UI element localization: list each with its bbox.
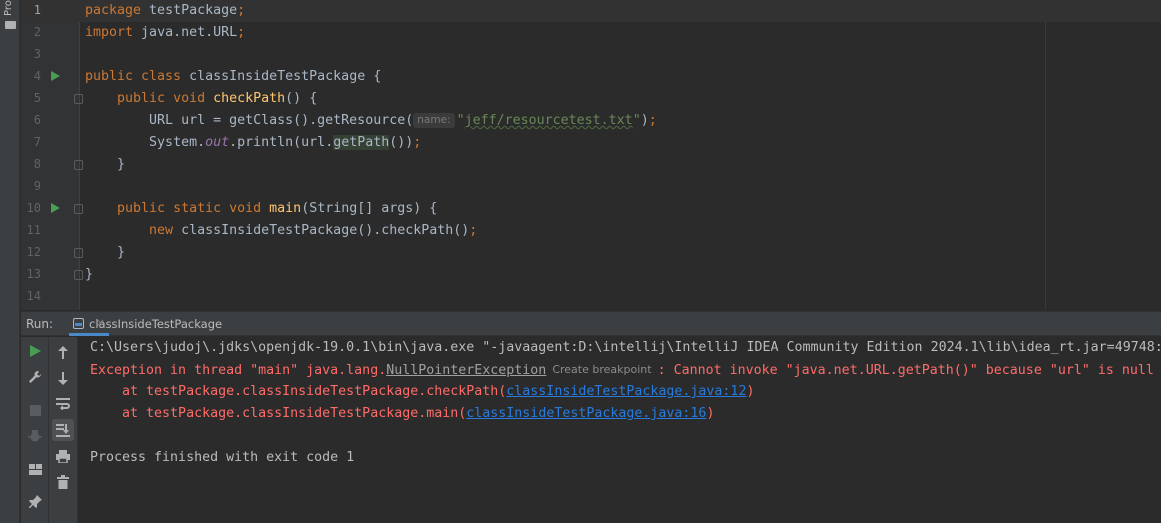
code-line[interactable]: 6 URL url = getClass().getResource(name:…	[21, 110, 1161, 132]
project-tool-label[interactable]: Pro	[3, 0, 14, 16]
code-line[interactable]: 1 package testPackage;	[21, 0, 1161, 22]
line-number: 11	[26, 223, 41, 237]
wrench-icon[interactable]	[24, 366, 46, 388]
run-label: Run:	[26, 317, 54, 331]
process-finished-line: Process finished with exit code 1	[90, 450, 355, 465]
line-number: 7	[33, 135, 41, 149]
fold-marker-icon[interactable]	[74, 94, 83, 104]
code-line[interactable]: 9	[21, 176, 1161, 198]
soft-wrap-icon[interactable]	[52, 393, 74, 415]
resource-path-string: jeff/resourcetest.txt	[464, 113, 633, 128]
pin-icon[interactable]	[24, 490, 46, 512]
code-editor[interactable]: 1 package testPackage; 2 import java.net…	[21, 0, 1161, 310]
exception-class-link[interactable]: NullPointerException	[386, 363, 546, 378]
run-panel-header: Run: classInsideTestPackage ×	[21, 311, 1161, 336]
code-line[interactable]: 10 public static void main(String[] args…	[21, 198, 1161, 220]
create-breakpoint-link[interactable]: Create breakpoint	[546, 360, 657, 380]
arrow-down-icon[interactable]	[52, 367, 74, 389]
fold-marker-icon[interactable]	[74, 204, 83, 214]
stacktrace-line: at testPackage.classInsideTestPackage.ma…	[90, 406, 715, 421]
code-line[interactable]: 14	[21, 286, 1161, 308]
stacktrace-line: at testPackage.classInsideTestPackage.ch…	[90, 384, 755, 399]
line-number: 1	[33, 3, 41, 17]
project-tool-strip[interactable]: Pro	[0, 0, 20, 523]
line-number: 4	[33, 69, 41, 83]
stacktrace-source-link[interactable]: classInsideTestPackage.java:12	[506, 384, 746, 399]
line-number: 13	[26, 267, 41, 281]
code-line[interactable]: 12 }	[21, 242, 1161, 264]
run-toolbar-primary	[21, 337, 49, 523]
line-number: 12	[26, 245, 41, 259]
run-tab[interactable]: classInsideTestPackage ×	[69, 312, 222, 336]
line-number: 2	[33, 25, 41, 39]
line-number: 9	[33, 179, 41, 193]
rerun-icon[interactable]	[24, 340, 46, 362]
code-line[interactable]: 7 System.out.println(url.getPath());	[21, 132, 1161, 154]
print-icon[interactable]	[52, 445, 74, 467]
run-toolbar-secondary	[49, 337, 78, 523]
line-number: 3	[33, 47, 41, 61]
code-line[interactable]: 4 public class classInsideTestPackage {	[21, 66, 1161, 88]
code-line[interactable]: 11 new classInsideTestPackage().checkPat…	[21, 220, 1161, 242]
close-tab-icon[interactable]: ×	[96, 316, 105, 329]
line-number: 8	[33, 157, 41, 171]
layout-icon[interactable]	[24, 458, 46, 480]
fold-marker-icon[interactable]	[74, 160, 83, 170]
code-line[interactable]: 3	[21, 44, 1161, 66]
debug-bug-icon[interactable]	[24, 425, 46, 447]
parameter-hint: name:	[413, 113, 455, 128]
console-output[interactable]: C:\Users\judoj\.jdks\openjdk-19.0.1\bin\…	[79, 337, 1161, 523]
line-number: 10	[26, 201, 41, 215]
trash-icon[interactable]	[52, 471, 74, 493]
run-config-icon	[73, 318, 84, 329]
run-main-gutter-icon[interactable]	[51, 203, 60, 213]
line-number: 6	[33, 113, 41, 127]
arrow-up-icon[interactable]	[52, 341, 74, 363]
console-command-line: C:\Users\judoj\.jdks\openjdk-19.0.1\bin\…	[90, 340, 1161, 355]
code-line[interactable]: 5 public void checkPath() {	[21, 88, 1161, 110]
run-class-gutter-icon[interactable]	[51, 71, 60, 81]
code-line[interactable]: 13 }	[21, 264, 1161, 286]
stacktrace-source-link[interactable]: classInsideTestPackage.java:16	[466, 406, 706, 421]
line-number: 5	[33, 91, 41, 105]
code-line[interactable]: 2 import java.net.URL;	[21, 22, 1161, 44]
fold-marker-icon[interactable]	[74, 248, 83, 258]
fold-marker-icon[interactable]	[74, 270, 83, 280]
scroll-to-end-icon[interactable]	[52, 419, 74, 441]
folder-icon[interactable]	[5, 21, 16, 29]
code-line[interactable]: 8 }	[21, 154, 1161, 176]
stop-icon[interactable]	[24, 399, 46, 421]
highlighted-getpath: getPath	[333, 135, 390, 150]
console-exception-line: Exception in thread "main" java.lang.Nul…	[90, 360, 1154, 381]
run-tab-label: classInsideTestPackage	[89, 317, 223, 331]
line-number: 14	[26, 289, 41, 303]
